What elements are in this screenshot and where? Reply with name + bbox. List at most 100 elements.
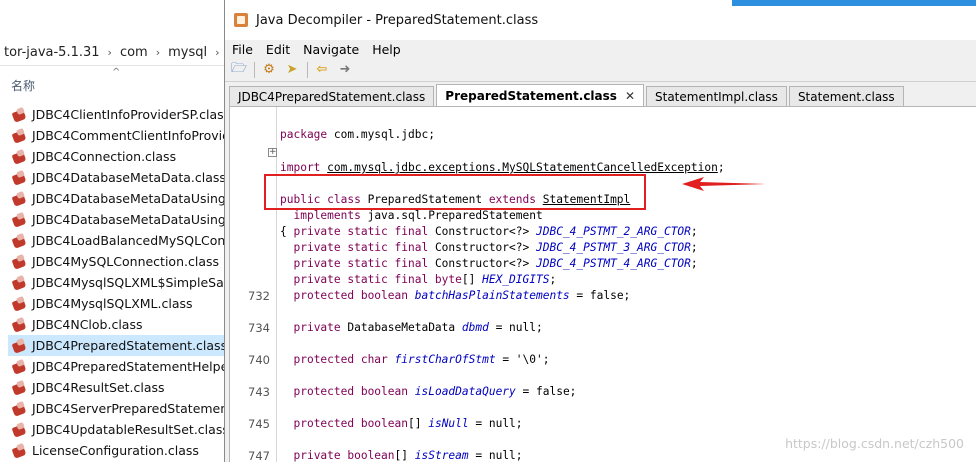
field-name[interactable]: HEX_DIGITS <box>482 273 549 286</box>
field-name[interactable]: dbmd <box>462 321 489 334</box>
forward-icon[interactable]: ➜ <box>335 60 355 80</box>
java-class-file-icon <box>12 339 26 353</box>
file-item[interactable]: JDBC4LoadBalancedMySQLConne <box>8 230 228 251</box>
tab-statement[interactable]: Statement.class <box>788 86 904 106</box>
column-header-name[interactable]: 名称 <box>11 77 35 94</box>
breadcrumb-item[interactable]: mysql <box>164 45 211 60</box>
menu-navigate[interactable]: Navigate <box>296 42 365 57</box>
file-name: JDBC4PreparedStatementHelper. <box>32 359 228 374</box>
file-name: JDBC4NClob.class <box>32 317 143 332</box>
field-name[interactable]: batchHasPlainStatements <box>415 289 570 302</box>
file-item[interactable]: JDBC4CommentClientInfoProvide <box>8 125 228 146</box>
field-initializer: ; <box>690 225 698 238</box>
keyword: import <box>280 161 321 174</box>
menu-bar: File Edit Navigate Help <box>225 40 976 58</box>
java-class-file-icon <box>12 255 26 269</box>
keyword: private static final byte <box>293 273 462 286</box>
file-name: JDBC4DatabaseMetaDataUsingIn <box>32 191 228 206</box>
file-name: JDBC4MysqlSQLXML.class <box>32 296 193 311</box>
file-name: LicenseConfiguration.class <box>32 443 199 458</box>
field-initializer: = false; <box>569 289 631 302</box>
code-line: private static final Constructor<?> JDBC… <box>230 256 976 272</box>
file-item[interactable]: JDBC4Connection.class <box>8 146 228 167</box>
field-name[interactable]: JDBC_4_PSTMT_2_ARG_CTOR <box>536 225 691 238</box>
file-item[interactable]: JDBC4ResultSet.class <box>8 377 228 398</box>
line-number: 740 <box>248 353 270 367</box>
menu-edit[interactable]: Edit <box>259 42 296 57</box>
title-bar[interactable]: Java Decompiler - PreparedStatement.clas… <box>225 0 976 40</box>
field-type: [] <box>394 449 415 462</box>
code-line: 740 protected char firstCharOfStmt = '\0… <box>230 352 976 368</box>
file-name: JDBC4ResultSet.class <box>32 380 165 395</box>
menu-help[interactable]: Help <box>365 42 407 57</box>
tab-label: StatementImpl.class <box>655 89 778 104</box>
menu-file[interactable]: File <box>225 42 259 57</box>
field-type <box>388 353 395 366</box>
file-name: JDBC4MysqlSQLXML$SimpleSaxT <box>32 275 228 290</box>
field-initializer: = null; <box>468 417 523 430</box>
breadcrumb-item[interactable]: tor-java-5.1.31 <box>0 45 104 60</box>
file-item[interactable]: JDBC4PreparedStatementHelper. <box>8 356 228 377</box>
code-line: private static final byte[] HEX_DIGITS; <box>230 272 976 288</box>
close-icon[interactable]: ✕ <box>625 89 635 103</box>
field-name[interactable]: isNull <box>428 417 468 430</box>
open-type-icon[interactable]: ⚙ <box>259 60 279 80</box>
java-class-file-icon <box>12 360 26 374</box>
open-file-icon[interactable]: 🗁 <box>229 60 249 80</box>
file-item[interactable]: JDBC4ClientInfoProviderSP.class <box>8 104 228 125</box>
field-type <box>408 289 415 302</box>
file-item[interactable]: LicenseConfiguration.class <box>8 440 228 461</box>
file-name: JDBC4Connection.class <box>32 149 177 164</box>
watermark: https://blog.csdn.net/czh500 <box>785 436 964 451</box>
field-name[interactable]: JDBC_4_PSTMT_3_ARG_CTOR <box>536 241 691 254</box>
breadcrumb: tor-java-5.1.31 › com › mysql › jd <box>0 40 228 66</box>
tab-jdbc4preparedstatement[interactable]: JDBC4PreparedStatement.class <box>229 86 435 106</box>
java-class-file-icon <box>12 171 26 185</box>
keyword: protected boolean <box>293 385 408 398</box>
breadcrumb-item[interactable]: com <box>116 45 152 60</box>
file-item[interactable]: JDBC4DatabaseMetaDataUsingIn <box>8 209 228 230</box>
code-line: package com.mysql.jdbc; <box>230 111 976 141</box>
tab-statementimpl[interactable]: StatementImpl.class <box>646 86 787 106</box>
java-class-file-icon <box>12 234 26 248</box>
chevron-right-icon: › <box>155 46 161 59</box>
back-icon[interactable]: ⇦ <box>312 60 332 80</box>
file-item[interactable]: JDBC4DatabaseMetaDataUsingIn <box>8 188 228 209</box>
java-class-file-icon <box>12 318 26 332</box>
field-name[interactable]: JDBC_4_PSTMT_4_ARG_CTOR <box>536 257 691 270</box>
code-editor[interactable]: package com.mysql.jdbc; + import com.mys… <box>229 106 976 462</box>
chevron-up-icon[interactable]: ^ <box>112 67 120 78</box>
file-name: JDBC4ClientInfoProviderSP.class <box>32 107 228 122</box>
search-icon[interactable]: ➤ <box>282 60 302 80</box>
field-type: Constructor<?> <box>428 241 536 254</box>
code-line: 734 private DatabaseMetaData dbmd = null… <box>230 320 976 336</box>
code-line: 743 protected boolean isLoadDataQuery = … <box>230 384 976 400</box>
file-item[interactable]: JDBC4PreparedStatement.class <box>8 335 228 356</box>
keyword: private static final <box>293 225 429 238</box>
tab-label: Statement.class <box>797 89 895 104</box>
file-item[interactable]: JDBC4MysqlSQLXML$SimpleSaxT <box>8 272 228 293</box>
java-class-file-icon <box>12 297 26 311</box>
file-item[interactable]: JDBC4NClob.class <box>8 314 228 335</box>
file-item[interactable]: JDBC4MysqlSQLXML.class <box>8 293 228 314</box>
keyword: protected boolean <box>293 417 408 430</box>
import-link[interactable]: com.mysql.jdbc.exceptions.MySQLStatement… <box>327 161 718 174</box>
code-line: { <box>230 208 976 238</box>
file-item[interactable]: JDBC4UpdatableResultSet.class <box>8 419 228 440</box>
tab-preparedstatement[interactable]: PreparedStatement.class ✕ <box>436 84 644 106</box>
file-explorer: tor-java-5.1.31 › com › mysql › jd ^ 名称 … <box>0 0 228 462</box>
field-name[interactable]: isLoadDataQuery <box>415 385 516 398</box>
file-item[interactable]: JDBC4DatabaseMetaData.class <box>8 167 228 188</box>
file-item[interactable]: JDBC4ServerPreparedStatement.c <box>8 398 228 419</box>
file-item[interactable]: JDBC4MySQLConnection.class <box>8 251 228 272</box>
tab-label: PreparedStatement.class <box>445 88 617 103</box>
keyword: protected boolean <box>293 289 408 302</box>
java-class-file-icon <box>12 276 26 290</box>
field-name[interactable]: isStream <box>415 449 469 462</box>
code-line: 732 protected boolean batchHasPlainState… <box>230 288 976 304</box>
field-initializer: ; <box>690 257 698 270</box>
field-name[interactable]: firstCharOfStmt <box>395 353 496 366</box>
java-class-file-icon <box>12 423 26 437</box>
code-line: private static final Constructor<?> JDBC… <box>230 240 976 256</box>
java-class-file-icon <box>12 150 26 164</box>
